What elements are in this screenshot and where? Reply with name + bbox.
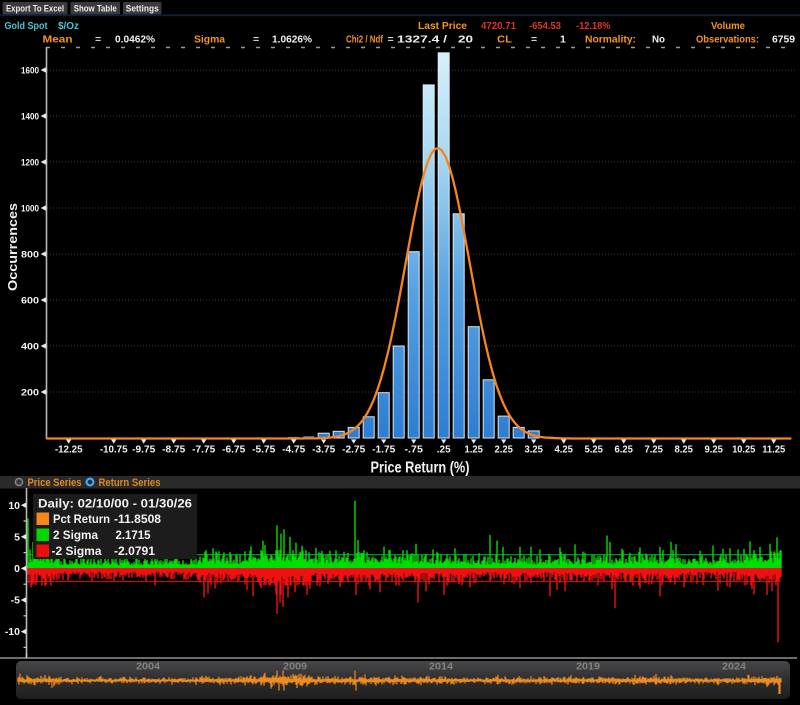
svg-text:2004: 2004: [136, 661, 160, 673]
svg-text:1.25: 1.25: [465, 445, 484, 456]
svg-text:7.25: 7.25: [645, 445, 664, 456]
svg-text:2024: 2024: [722, 661, 746, 673]
svg-text:Normality:: Normality:: [585, 34, 636, 46]
svg-text:8.25: 8.25: [675, 445, 694, 456]
svg-text:-7.75: -7.75: [192, 445, 215, 456]
svg-text:200: 200: [21, 387, 39, 398]
svg-text:1400: 1400: [21, 111, 39, 122]
svg-text:Mean: Mean: [43, 34, 73, 46]
svg-text:2009: 2009: [283, 661, 307, 673]
svg-text:-.75: -.75: [405, 445, 424, 456]
svg-text:6759: 6759: [772, 34, 795, 46]
svg-text:-1.75: -1.75: [372, 445, 395, 456]
svg-text:Return Series: Return Series: [99, 477, 161, 489]
svg-text:2014: 2014: [429, 661, 453, 673]
svg-text:-8.75: -8.75: [162, 445, 185, 456]
svg-text:10: 10: [8, 500, 20, 512]
svg-text:600: 600: [21, 295, 39, 306]
svg-text:1600: 1600: [21, 65, 39, 76]
svg-text:-3.75: -3.75: [312, 445, 335, 456]
svg-text:0: 0: [14, 563, 20, 575]
svg-text:Price Return (%): Price Return (%): [371, 460, 470, 477]
svg-text:Volume: Volume: [711, 20, 745, 32]
svg-text:1000: 1000: [21, 203, 39, 214]
svg-text:Gold Spot: Gold Spot: [5, 20, 48, 32]
svg-text:Show Table: Show Table: [74, 4, 117, 15]
svg-text:-2.75: -2.75: [342, 445, 365, 456]
svg-text:2.25: 2.25: [495, 445, 514, 456]
svg-text:Export To Excel: Export To Excel: [6, 4, 64, 15]
svg-text:2019: 2019: [576, 661, 600, 673]
svg-text:-5: -5: [11, 595, 20, 607]
svg-text:5.25: 5.25: [585, 445, 604, 456]
svg-text:Daily: 02/10/00 - 01/30/26: Daily: 02/10/00 - 01/30/26: [38, 499, 192, 511]
svg-text:Price Series: Price Series: [28, 477, 82, 489]
svg-text:5: 5: [14, 531, 20, 543]
svg-text:1327.4 /: 1327.4 /: [397, 34, 447, 46]
svg-text:-4.75: -4.75: [282, 445, 305, 456]
svg-text:3.25: 3.25: [525, 445, 544, 456]
svg-text:-5.75: -5.75: [252, 445, 275, 456]
svg-text:=: =: [253, 34, 259, 46]
svg-text:=: =: [388, 34, 394, 46]
svg-text:-11.8508: -11.8508: [114, 514, 162, 526]
svg-text:2 Sigma: 2 Sigma: [53, 530, 99, 542]
svg-text:Last Price: Last Price: [418, 20, 467, 32]
svg-text:-12.18%: -12.18%: [576, 20, 611, 32]
svg-text:1.0626%: 1.0626%: [272, 34, 313, 46]
svg-text:20: 20: [458, 34, 473, 46]
svg-text:2.1715: 2.1715: [116, 530, 152, 542]
svg-text:1200: 1200: [21, 157, 39, 168]
svg-text:-12.25: -12.25: [55, 445, 83, 456]
svg-text:11.25: 11.25: [762, 445, 785, 456]
svg-text:CL: CL: [497, 34, 513, 46]
svg-text:-2 Sigma: -2 Sigma: [52, 546, 103, 558]
svg-text:Occurrences: Occurrences: [6, 203, 20, 291]
svg-text:.25: .25: [437, 445, 451, 456]
svg-text:1: 1: [560, 34, 566, 46]
svg-text:10.25: 10.25: [732, 445, 755, 456]
svg-text:=: =: [531, 34, 537, 46]
svg-text:6.25: 6.25: [615, 445, 634, 456]
svg-text:Settings: Settings: [126, 4, 159, 15]
svg-text:4720.71: 4720.71: [481, 20, 516, 32]
svg-text:-9.75: -9.75: [132, 445, 155, 456]
svg-text:Observations:: Observations:: [696, 34, 759, 46]
svg-text:-654.53: -654.53: [529, 20, 561, 32]
svg-text:800: 800: [21, 249, 39, 260]
svg-text:-10.75: -10.75: [100, 445, 128, 456]
svg-text:-6.75: -6.75: [222, 445, 245, 456]
svg-text:0.0462%: 0.0462%: [115, 34, 156, 46]
svg-text:Chi2 / Ndf: Chi2 / Ndf: [346, 34, 383, 46]
svg-text:9.25: 9.25: [705, 445, 724, 456]
svg-text:No: No: [652, 34, 665, 46]
svg-text:=: =: [95, 34, 101, 46]
svg-text:Pct Return: Pct Return: [53, 514, 110, 526]
svg-text:Sigma: Sigma: [194, 34, 225, 46]
svg-text:-2.0791: -2.0791: [114, 546, 156, 558]
svg-text:4.25: 4.25: [555, 445, 574, 456]
svg-text:400: 400: [21, 341, 39, 352]
svg-text:$/Oz: $/Oz: [58, 20, 79, 32]
svg-text:-10: -10: [5, 626, 20, 638]
